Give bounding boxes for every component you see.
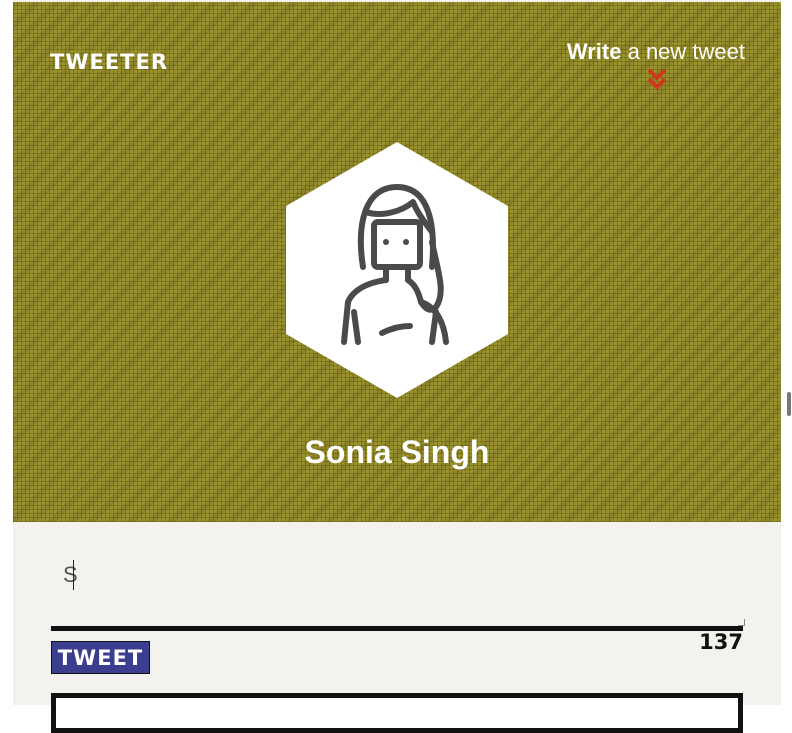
double-chevron-down-icon[interactable] [646,68,668,92]
resize-handle[interactable] [738,619,745,626]
text-caret [73,560,74,590]
write-rest-label: a new tweet [621,39,745,64]
write-new-tweet-link[interactable]: Write a new tweet [567,39,745,65]
tweet-input-value: S [63,562,78,587]
page: TWEETER Write a new tweet Sonia Singh S … [13,0,781,733]
woman-avatar-icon [286,142,508,398]
tweet-input[interactable]: S [51,540,743,630]
profile-name: Sonia Singh [304,434,490,470]
app-logo[interactable]: TWEETER [50,50,168,74]
tweet-button[interactable]: TWEET [51,641,150,674]
scrollbar[interactable] [787,392,791,416]
input-underline [51,626,743,631]
tweet-list [51,693,743,733]
profile-header: TWEETER Write a new tweet Sonia Singh [13,2,781,522]
character-counter: 137 [699,630,743,654]
write-label: Write [566,39,622,64]
